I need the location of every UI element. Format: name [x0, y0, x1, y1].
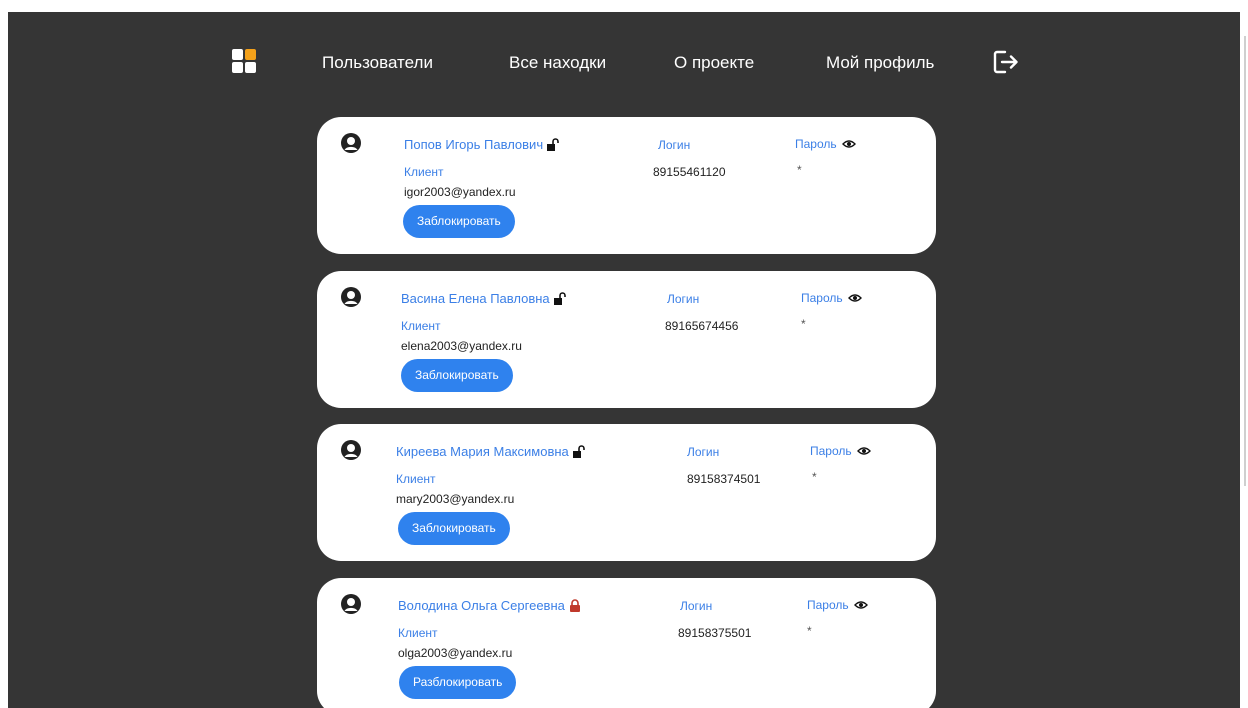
user-name-row: Васина Елена Павловна [401, 291, 567, 307]
password-label: Пароль [807, 598, 849, 612]
unblock-button[interactable]: Разблокировать [399, 666, 517, 699]
avatar-icon [341, 594, 361, 614]
app-background: Пользователи Все находки О проекте Мой п… [8, 12, 1240, 708]
nav-profile-link[interactable]: Мой профиль [826, 53, 934, 73]
app-logo-icon[interactable] [232, 49, 256, 73]
user-card: Попов Игорь Павлович Клиент igor2003@yan… [317, 117, 936, 254]
login-label: Логин [658, 138, 691, 152]
unlocked-icon[interactable] [572, 445, 586, 459]
user-name: Попов Игорь Павлович [404, 137, 544, 152]
password-value: * [797, 163, 802, 177]
block-button[interactable]: Заблокировать [398, 512, 510, 545]
user-email: igor2003@yandex.ru [404, 185, 516, 199]
password-value: * [801, 317, 806, 331]
user-name-row: Киреева Мария Максимовна [396, 444, 586, 460]
password-value: * [812, 470, 817, 484]
user-name-row: Попов Игорь Павлович [404, 137, 560, 153]
user-card: Киреева Мария Максимовна Клиент mary2003… [317, 424, 936, 561]
user-name-row: Володина Ольга Сергеевна [398, 598, 582, 614]
user-email: olga2003@yandex.ru [398, 646, 513, 660]
nav-users-link[interactable]: Пользователи [322, 53, 433, 73]
user-card: Васина Елена Павловна Клиент elena2003@y… [317, 271, 936, 408]
eye-icon[interactable] [847, 293, 862, 303]
user-role: Клиент [401, 319, 441, 333]
user-role: Клиент [404, 165, 444, 179]
password-value: * [807, 624, 812, 638]
nav-finds-link[interactable]: Все находки [509, 53, 606, 73]
login-label: Логин [687, 445, 720, 459]
user-card: Володина Ольга Сергеевна Клиент olga2003… [317, 578, 936, 708]
password-row: Пароль [810, 443, 871, 459]
logout-icon[interactable] [992, 48, 1020, 76]
login-label: Логин [680, 599, 713, 613]
scrollbar[interactable] [1244, 36, 1246, 486]
password-row: Пароль [801, 290, 862, 306]
user-name: Киреева Мария Максимовна [396, 444, 569, 459]
eye-icon[interactable] [853, 600, 868, 610]
avatar-icon [341, 287, 361, 307]
password-row: Пароль [795, 136, 856, 152]
user-name: Васина Елена Павловна [401, 291, 550, 306]
eye-icon[interactable] [856, 446, 871, 456]
password-label: Пароль [795, 137, 837, 151]
password-label: Пароль [810, 444, 852, 458]
user-email: mary2003@yandex.ru [396, 492, 515, 506]
nav-about-link[interactable]: О проекте [674, 53, 754, 73]
user-email: elena2003@yandex.ru [401, 339, 522, 353]
login-value: 89158375501 [678, 626, 752, 640]
login-value: 89155461120 [653, 165, 726, 179]
avatar-icon [341, 133, 361, 153]
block-button[interactable]: Заблокировать [401, 359, 513, 392]
block-button[interactable]: Заблокировать [403, 205, 515, 238]
user-role: Клиент [396, 472, 436, 486]
unlocked-icon[interactable] [553, 292, 567, 306]
login-label: Логин [667, 292, 700, 306]
user-role: Клиент [398, 626, 438, 640]
password-row: Пароль [807, 597, 868, 613]
avatar-icon [341, 440, 361, 460]
locked-icon[interactable] [568, 599, 582, 613]
password-label: Пароль [801, 291, 843, 305]
login-value: 89158374501 [687, 472, 761, 486]
user-name: Володина Ольга Сергеевна [398, 598, 565, 613]
eye-icon[interactable] [841, 139, 856, 149]
login-value: 89165674456 [665, 319, 739, 333]
unlocked-icon[interactable] [546, 138, 560, 152]
